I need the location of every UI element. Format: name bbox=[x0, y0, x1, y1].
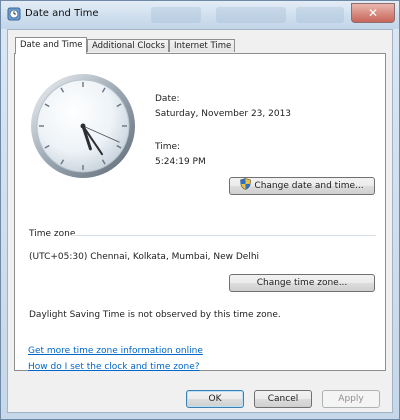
time-zone-group-divider bbox=[71, 235, 376, 236]
date-value: Saturday, November 23, 2013 bbox=[155, 109, 292, 119]
cancel-button[interactable]: Cancel bbox=[254, 390, 312, 408]
time-zone-group-label: Time zone bbox=[29, 229, 76, 239]
clock-icon bbox=[7, 7, 21, 21]
dst-note: Daylight Saving Time is not observed by … bbox=[29, 310, 281, 320]
dialog-body: Date and Time Additional Clocks Internet… bbox=[7, 29, 393, 413]
tab-internet-time[interactable]: Internet Time bbox=[169, 39, 235, 52]
window-title: Date and Time bbox=[25, 8, 99, 19]
tab-date-and-time[interactable]: Date and Time bbox=[15, 37, 87, 54]
close-icon: ✕ bbox=[367, 6, 379, 20]
date-label: Date: bbox=[155, 94, 180, 104]
background-ghost-1 bbox=[151, 7, 201, 23]
time-label: Time: bbox=[155, 142, 181, 152]
tab-additional-clocks[interactable]: Additional Clocks bbox=[87, 39, 169, 52]
change-date-and-time-label: Change date and time... bbox=[254, 181, 364, 191]
clock-center-pin bbox=[80, 123, 86, 129]
time-zone-value: (UTC+05:30) Chennai, Kolkata, Mumbai, Ne… bbox=[29, 252, 260, 262]
tab-panel-date-and-time: Date: Saturday, November 23, 2013 Time: … bbox=[14, 53, 386, 371]
set-clock-help-link[interactable]: How do I set the clock and time zone? bbox=[28, 362, 200, 372]
close-button[interactable]: ✕ bbox=[351, 3, 395, 23]
title-bar[interactable]: Date and Time ✕ bbox=[1, 1, 399, 29]
time-value: 5:24:19 PM bbox=[155, 157, 206, 167]
ok-button[interactable]: OK bbox=[186, 390, 244, 408]
analog-clock bbox=[31, 74, 135, 178]
date-time-dialog-window: Date and Time ✕ Date and Time Additional… bbox=[0, 0, 400, 420]
background-ghost-3 bbox=[296, 7, 344, 23]
change-date-and-time-button[interactable]: Change date and time... bbox=[229, 177, 375, 195]
background-ghost-2 bbox=[216, 7, 286, 23]
change-time-zone-button[interactable]: Change time zone... bbox=[229, 274, 375, 292]
uac-shield-icon bbox=[240, 178, 252, 190]
time-zone-info-link[interactable]: Get more time zone information online bbox=[28, 346, 203, 356]
apply-button[interactable]: Apply bbox=[322, 390, 380, 408]
